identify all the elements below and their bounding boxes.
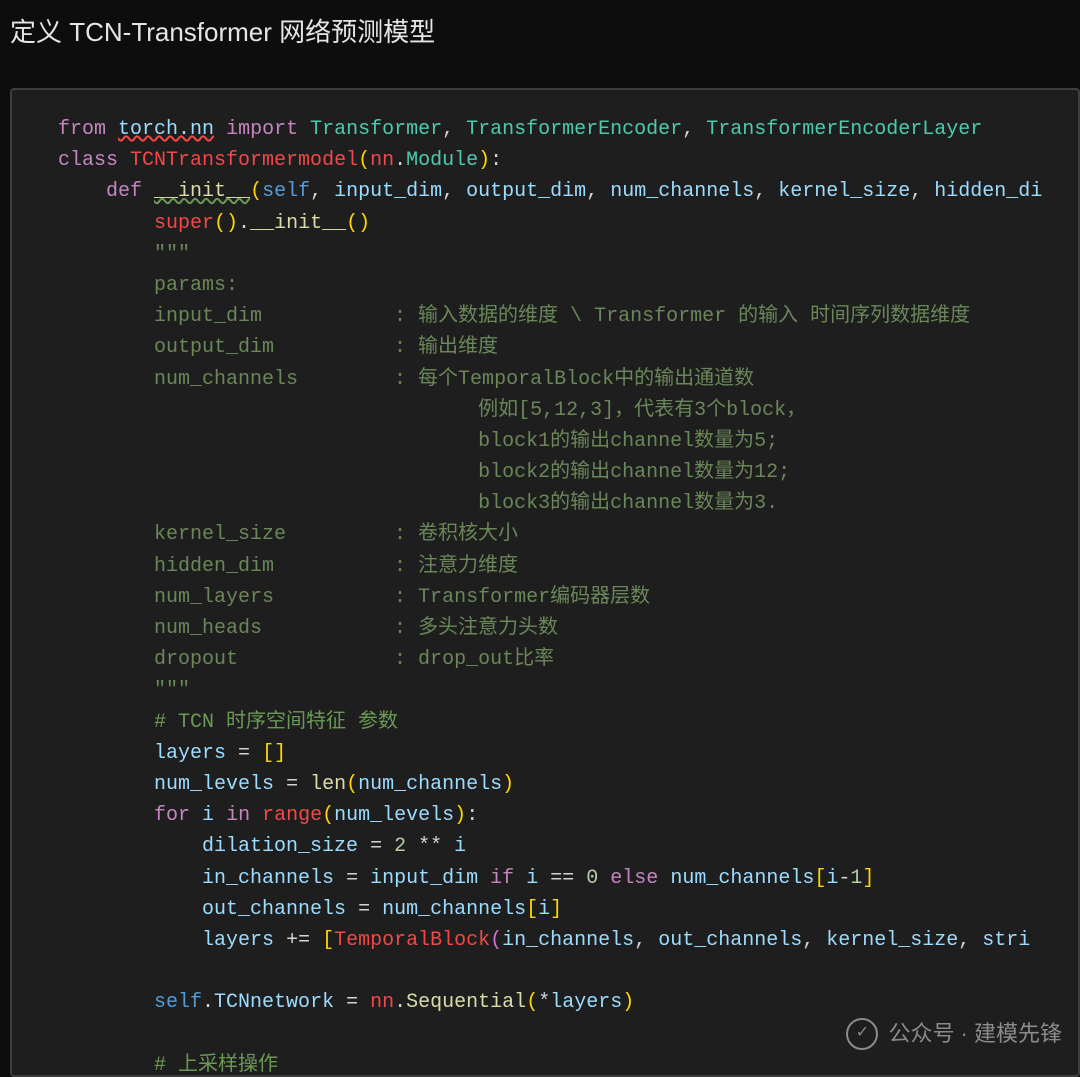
id-layers2: layers [202, 929, 274, 952]
page: 定义 TCN-Transformer 网络预测模型 from torch.nn … [0, 0, 1080, 1077]
id-layers3: layers [550, 991, 622, 1014]
fn-init: __init__ [154, 180, 250, 203]
watermark-label: 公众号 · 建模先锋 [888, 1017, 1062, 1051]
kw-in: in [226, 804, 250, 827]
doc-dropout: dropout : drop_out比率 [154, 648, 554, 671]
doc-input-dim: input_dim : 输入数据的维度 \ Transformer 的输入 时间… [154, 305, 970, 328]
fn-init-call: __init__ [250, 212, 346, 235]
id-transformer: Transformer [310, 118, 442, 141]
id-nn2: nn [370, 991, 394, 1014]
id-nn: nn [370, 149, 394, 172]
num-2: 2 [394, 835, 406, 858]
id-output-dim: output_dim [466, 180, 586, 203]
watermark: ✓ 公众号 · 建模先锋 [846, 1017, 1062, 1051]
id-num-levels: num_levels [154, 773, 274, 796]
doc-num-channels: num_channels : 每个TemporalBlock中的输出通道数 [154, 368, 754, 391]
fn-range: range [262, 804, 322, 827]
id-stride: stri [982, 929, 1030, 952]
id-self: self [262, 180, 310, 203]
cls-sequential: Sequential [406, 991, 526, 1014]
kw-for: for [154, 804, 190, 827]
docstring-open: """ [154, 243, 190, 266]
id-dilation-size: dilation_size [202, 835, 358, 858]
id-nc: num_channels [358, 773, 502, 796]
id-i4: i [826, 867, 838, 890]
id-oc2: out_channels [658, 929, 802, 952]
id-input-dim2: input_dim [370, 867, 478, 890]
id-module: Module [406, 149, 478, 172]
kw-if: if [490, 867, 514, 890]
id-nl: num_levels [334, 804, 454, 827]
id-in-channels: in_channels [202, 867, 334, 890]
kw-else: else [610, 867, 658, 890]
id-i5: i [538, 898, 550, 921]
module-torch-nn: torch.nn [118, 118, 214, 141]
docstring-close: """ [154, 679, 190, 702]
cls-temporal-block: TemporalBlock [334, 929, 490, 952]
doc-example-1: 例如[5,12,3]，代表有3个block， [154, 399, 806, 422]
doc-num-heads: num_heads : 多头注意力头数 [154, 617, 558, 640]
id-input-dim: input_dim [334, 180, 442, 203]
id-ks2: kernel_size [826, 929, 958, 952]
code-editor[interactable]: from torch.nn import Transformer, Transf… [10, 88, 1080, 1077]
wechat-icon: ✓ [846, 1018, 878, 1050]
kw-def: def [106, 180, 142, 203]
id-i: i [202, 804, 214, 827]
kw-import: import [226, 118, 298, 141]
doc-output-dim: output_dim : 输出维度 [154, 336, 498, 359]
id-layers: layers [154, 742, 226, 765]
id-nc2: num_channels [670, 867, 814, 890]
id-transformer-encoder: TransformerEncoder [466, 118, 682, 141]
id-i3: i [526, 867, 538, 890]
id-self2: self [154, 991, 202, 1014]
code-block[interactable]: from torch.nn import Transformer, Transf… [58, 114, 1078, 1077]
id-kernel-size: kernel_size [778, 180, 910, 203]
fn-len: len [310, 773, 346, 796]
doc-num-layers: num_layers : Transformer编码器层数 [154, 586, 650, 609]
id-ic2: in_channels [502, 929, 634, 952]
doc-example-2: block1的输出channel数量为5; [154, 430, 778, 453]
num-1: 1 [850, 867, 862, 890]
doc-params: params: [154, 274, 238, 297]
id-transformer-encoder-layer: TransformerEncoderLayer [706, 118, 982, 141]
doc-hidden-dim: hidden_dim : 注意力维度 [154, 555, 518, 578]
id-i2: i [454, 835, 466, 858]
doc-example-3: block2的输出channel数量为12; [154, 461, 790, 484]
comment-upsample: # 上采样操作 [154, 1054, 278, 1077]
kw-class: class [58, 149, 118, 172]
id-out-channels: out_channels [202, 898, 346, 921]
kw-from: from [58, 118, 106, 141]
fn-super: super [154, 212, 214, 235]
class-name: TCNTransformermodel [130, 149, 358, 172]
num-0: 0 [586, 867, 598, 890]
id-nc3: num_channels [382, 898, 526, 921]
doc-kernel-size: kernel_size : 卷积核大小 [154, 523, 518, 546]
comment-tcn: # TCN 时序空间特征 参数 [154, 711, 398, 734]
id-hidden-dim: hidden_di [934, 180, 1042, 203]
page-title: 定义 TCN-Transformer 网络预测模型 [10, 12, 435, 53]
id-tcnnetwork: TCNnetwork [214, 991, 334, 1014]
id-num-channels: num_channels [610, 180, 754, 203]
doc-example-4: block3的输出channel数量为3. [154, 492, 778, 515]
